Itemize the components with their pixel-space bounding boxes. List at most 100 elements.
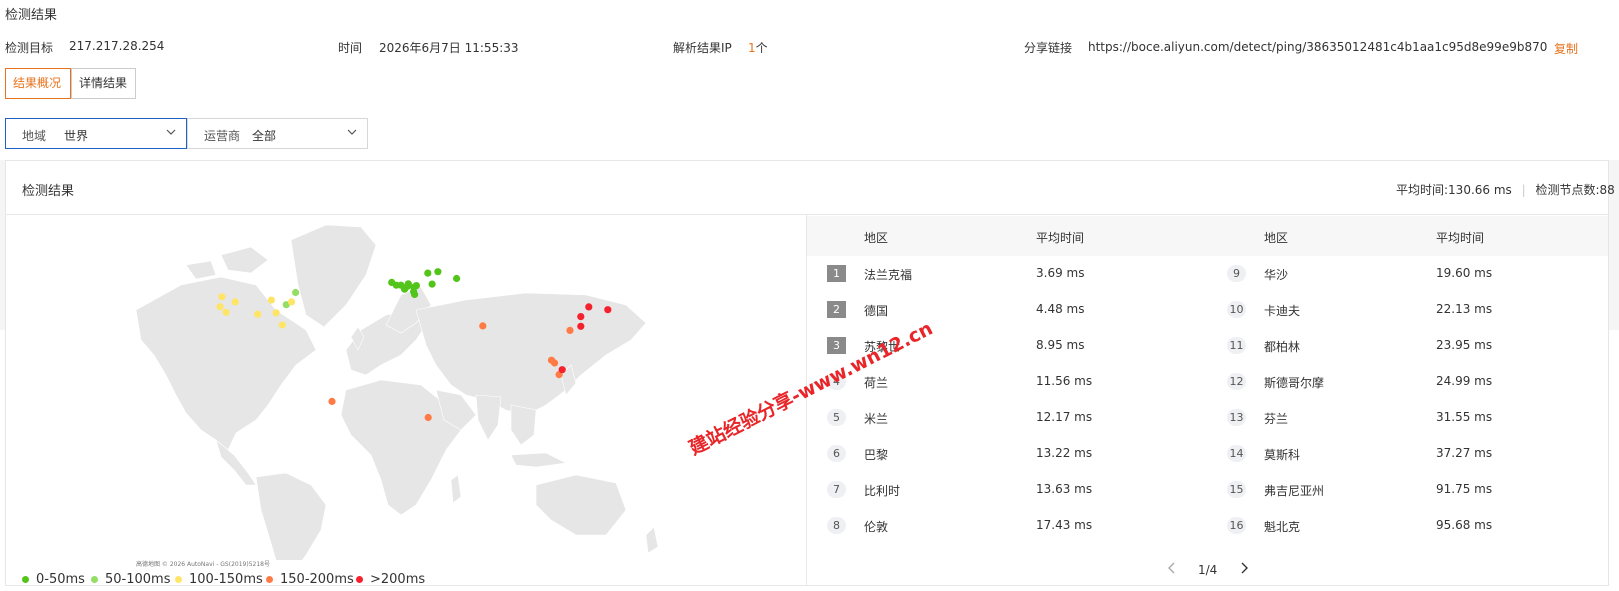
legend-item-50-100: 50-100ms bbox=[91, 572, 170, 587]
legend-label: 100-150ms bbox=[189, 572, 263, 587]
legend-label: >200ms bbox=[370, 572, 426, 587]
map-node-dot[interactable] bbox=[292, 288, 300, 297]
map-node-dot[interactable] bbox=[388, 278, 396, 286]
col-avg-right: 平均时间 bbox=[1436, 231, 1485, 245]
rank-badge: 8 bbox=[827, 517, 846, 534]
map-node-dot[interactable] bbox=[479, 322, 487, 330]
region-cell: 都柏林 bbox=[1264, 340, 1301, 354]
region-cell: 荷兰 bbox=[864, 376, 889, 390]
legend-item-150-200: 150-200ms bbox=[266, 572, 354, 587]
chevron-down-icon bbox=[166, 129, 176, 135]
region-select-label: 地域 bbox=[22, 129, 47, 143]
legend-dot bbox=[22, 576, 29, 583]
map-node-dot[interactable] bbox=[267, 296, 275, 304]
map-node-dot[interactable] bbox=[216, 303, 224, 311]
map-node-dot[interactable] bbox=[254, 310, 262, 318]
tab-details[interactable]: 详情结果 bbox=[71, 68, 136, 99]
avg-time-cell: 4.48 ms bbox=[1036, 302, 1085, 316]
region-cell: 比利时 bbox=[864, 484, 901, 498]
tab-overview[interactable]: 结果概况 bbox=[5, 68, 71, 99]
avg-time-cell: 24.99 ms bbox=[1436, 374, 1493, 388]
map-node-dot[interactable] bbox=[428, 280, 436, 288]
map-node-dot[interactable] bbox=[424, 413, 432, 422]
legend-item-0-50: 0-50ms bbox=[22, 572, 85, 587]
map-node-dot[interactable] bbox=[287, 298, 296, 306]
world-map[interactable] bbox=[6, 215, 806, 560]
map-node-dot[interactable] bbox=[403, 282, 412, 290]
avg-time-cell: 22.13 ms bbox=[1436, 302, 1493, 316]
map-node-dot[interactable] bbox=[577, 313, 585, 321]
map-node-dot[interactable] bbox=[547, 356, 556, 364]
legend-dot bbox=[91, 576, 98, 583]
avg-time-cell: 13.22 ms bbox=[1036, 446, 1093, 460]
results-title: 检测结果 bbox=[22, 184, 75, 199]
chevron-right-icon[interactable] bbox=[1239, 561, 1249, 575]
map-landmass bbox=[135, 224, 659, 560]
map-node-dot[interactable] bbox=[453, 274, 461, 283]
nodes-value: 88 bbox=[1599, 183, 1615, 197]
map-node-dot[interactable] bbox=[585, 303, 593, 311]
map-node-dot[interactable] bbox=[272, 309, 280, 317]
map-node-dot[interactable] bbox=[558, 366, 566, 374]
avg-time-cell: 12.17 ms bbox=[1036, 410, 1093, 424]
rank-badge: 14 bbox=[1227, 445, 1246, 462]
rank-badge: 10 bbox=[1227, 301, 1246, 318]
isp-select-value: 全部 bbox=[252, 129, 277, 143]
ip-count-group[interactable]: 1个 bbox=[748, 39, 768, 56]
map-node-dot[interactable] bbox=[566, 326, 574, 334]
region-cell: 法兰克福 bbox=[864, 268, 913, 282]
map-node-dot[interactable] bbox=[411, 290, 419, 299]
avg-value: 130.66 ms bbox=[1448, 183, 1512, 197]
avg-time-cell: 13.63 ms bbox=[1036, 482, 1093, 496]
region-cell: 巴黎 bbox=[864, 448, 889, 462]
rank-badge: 2 bbox=[827, 301, 846, 318]
region-cell: 弗吉尼亚州 bbox=[1264, 484, 1325, 498]
map-node-dot[interactable] bbox=[424, 269, 432, 277]
col-region-right: 地区 bbox=[1264, 231, 1289, 245]
table-header bbox=[807, 216, 1608, 256]
summary-separator: | bbox=[1521, 183, 1526, 197]
target-value: 217.217.28.254 bbox=[69, 39, 165, 53]
results-summary: 平均时间:130.66 ms | 检测节点数:88 bbox=[1396, 181, 1615, 198]
region-cell: 华沙 bbox=[1264, 268, 1289, 282]
region-cell: 米兰 bbox=[864, 412, 889, 426]
legend-item-over-200: >200ms bbox=[356, 572, 425, 587]
nodes-label: 检测节点数: bbox=[1535, 183, 1600, 197]
time-value: 2026年6月7日 11:55:33 bbox=[379, 41, 519, 55]
region-select-value: 世界 bbox=[64, 129, 89, 143]
map-node-dot[interactable] bbox=[577, 322, 585, 330]
legend-dot bbox=[175, 576, 182, 583]
legend-label: 50-100ms bbox=[105, 572, 171, 587]
pager-text: 1/4 bbox=[1198, 563, 1218, 577]
time-label: 时间 bbox=[338, 41, 363, 55]
map-node-dot[interactable] bbox=[604, 306, 612, 314]
chevron-left-icon[interactable] bbox=[1167, 561, 1177, 575]
copy-button[interactable]: 复制 bbox=[1554, 40, 1578, 57]
avg-time-cell: 31.55 ms bbox=[1436, 410, 1493, 424]
region-select[interactable]: 地域 世界 bbox=[5, 118, 187, 149]
rank-badge: 7 bbox=[827, 481, 846, 498]
rank-badge: 11 bbox=[1227, 337, 1246, 354]
avg-time-cell: 23.95 ms bbox=[1436, 338, 1493, 352]
rank-badge: 6 bbox=[827, 445, 846, 462]
map-node-dot[interactable] bbox=[278, 321, 286, 329]
legend-dot bbox=[266, 576, 273, 583]
region-cell: 魁北克 bbox=[1264, 520, 1301, 534]
legend-label: 150-200ms bbox=[280, 572, 354, 587]
map-node-dot[interactable] bbox=[328, 397, 336, 405]
chevron-down-icon bbox=[347, 129, 357, 135]
avg-label: 平均时间: bbox=[1396, 183, 1449, 197]
rank-badge: 1 bbox=[827, 265, 846, 282]
target-label: 检测目标 bbox=[5, 41, 54, 55]
isp-select[interactable]: 运营商 全部 bbox=[187, 118, 368, 149]
ip-count[interactable]: 1 bbox=[748, 41, 756, 55]
rank-badge: 16 bbox=[1227, 517, 1246, 534]
map-node-dot[interactable] bbox=[231, 298, 239, 306]
rank-badge: 5 bbox=[827, 409, 846, 426]
map-node-dot[interactable] bbox=[434, 268, 442, 276]
legend-label: 0-50ms bbox=[36, 572, 85, 587]
map-node-dot[interactable] bbox=[222, 308, 230, 316]
avg-time-cell: 37.27 ms bbox=[1436, 446, 1493, 460]
map-node-dot[interactable] bbox=[218, 293, 226, 301]
ip-unit: 个 bbox=[755, 41, 768, 55]
